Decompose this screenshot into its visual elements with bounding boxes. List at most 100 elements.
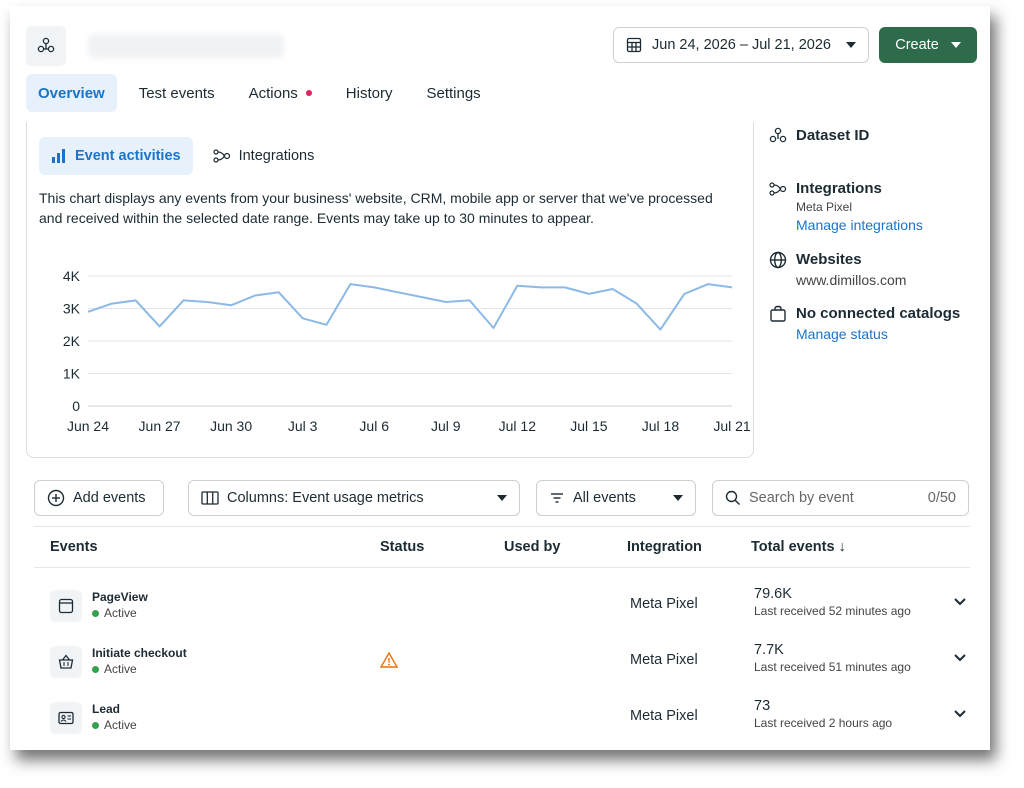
websites-section: Websites www.dimillos.com: [768, 250, 978, 290]
bar-chart-icon: [52, 149, 65, 163]
manage-integrations-link[interactable]: Manage integrations: [796, 215, 923, 235]
manage-status-link[interactable]: Manage status: [796, 324, 960, 344]
x-tick-label: Jul 9: [431, 418, 461, 434]
chart-description: This chart displays any events from your…: [39, 190, 713, 226]
event-last-received: Last received 2 hours ago: [754, 716, 893, 730]
tab-settings[interactable]: Settings: [414, 74, 492, 112]
create-button-label: Create: [895, 37, 939, 53]
x-tick-label: Jul 21: [713, 418, 751, 434]
website-url: www.dimillos.com: [796, 272, 907, 288]
event-total-value: 79.6K: [754, 586, 792, 602]
event-name: Lead: [92, 702, 121, 716]
columns-dropdown[interactable]: Columns: Event usage metrics: [188, 480, 520, 516]
event-status: Active: [92, 662, 137, 676]
dataset-logo[interactable]: [26, 26, 66, 66]
dataset-icon: [768, 126, 788, 146]
x-tick-label: Jun 24: [67, 418, 109, 434]
search-placeholder: Search by event: [749, 490, 854, 506]
caret-down-icon: [950, 42, 961, 48]
search-input[interactable]: Search by event 0/50: [712, 480, 969, 516]
dataset-id-title: Dataset ID: [796, 127, 870, 144]
main-tabs: Overview Test events Actions History Set…: [26, 74, 503, 112]
date-range-label: Jun 24, 2026 – Jul 21, 2026: [652, 37, 831, 53]
col-integration[interactable]: Integration: [627, 539, 702, 555]
chevron-down-icon[interactable]: [954, 598, 966, 606]
search-icon: [725, 490, 740, 505]
globe-icon: [768, 250, 788, 270]
event-name: Initiate checkout: [92, 646, 187, 660]
date-range-picker[interactable]: Jun 24, 2026 – Jul 21, 2026: [613, 27, 869, 63]
events-manager-window: Jun 24, 2026 – Jul 21, 2026 Create Overv…: [10, 6, 990, 750]
plus-circle-icon: [47, 489, 65, 507]
integrations-icon: [768, 179, 788, 199]
y-tick-label: 4K: [63, 268, 81, 284]
event-filter-label: All events: [573, 490, 636, 506]
event-filter-dropdown[interactable]: All events: [536, 480, 696, 516]
shopping-bag-icon: [768, 304, 788, 324]
y-tick-label: 3K: [63, 301, 81, 317]
event-activity-chart: 0 1K 2K 3K 4K Jun 24 Jun 27 Jun 30 Jul 3 Jul 6 Jul…: [63, 268, 751, 434]
table-row[interactable]: Lead Active Meta Pixel 73 Last received …: [34, 690, 970, 746]
tab-history[interactable]: History: [334, 74, 405, 112]
x-tick-label: Jul 15: [570, 418, 608, 434]
y-tick-label: 2K: [63, 333, 81, 349]
basket-icon: [50, 646, 82, 678]
integrations-subtitle: Meta Pixel: [796, 200, 853, 214]
status-dot: [92, 721, 99, 729]
tab-event-activities-label: Event activities: [75, 148, 181, 164]
event-status-label: Active: [104, 662, 137, 676]
x-tick-label: Jul 3: [288, 418, 318, 434]
events-table-header: Events Status Used by Integration Total …: [34, 526, 970, 568]
warning-icon[interactable]: [380, 652, 398, 668]
event-total-value: 7.7K: [754, 642, 784, 658]
col-used-by[interactable]: Used by: [504, 539, 560, 555]
table-row[interactable]: Initiate checkout Active Meta Pixel 7.7K…: [34, 634, 970, 690]
series-line: [87, 283, 733, 331]
event-total: 7.7K Last received 51 minutes ago: [754, 642, 911, 674]
chart-subtabs: Event activities Integrations: [39, 137, 326, 175]
event-status: Active: [92, 718, 137, 732]
add-events-label: Add events: [73, 490, 146, 506]
status-dot: [92, 665, 99, 673]
tab-actions-label: Actions: [248, 84, 298, 102]
col-events[interactable]: Events: [50, 539, 98, 555]
caret-down-icon: [673, 495, 683, 501]
col-total-events[interactable]: Total events ↓: [751, 539, 846, 555]
event-status-label: Active: [104, 606, 137, 620]
websites-title: Websites: [796, 251, 862, 268]
notification-dot: [305, 90, 312, 96]
create-button[interactable]: Create: [879, 27, 977, 63]
chevron-down-icon[interactable]: [954, 654, 966, 662]
catalogs-section: No connected catalogs Manage status: [768, 304, 978, 344]
tab-overview[interactable]: Overview: [26, 74, 117, 112]
event-status: Active: [92, 606, 137, 620]
chevron-down-icon[interactable]: [954, 710, 966, 718]
integrations-section: Integrations Meta Pixel Manage integrati…: [768, 179, 978, 235]
columns-icon: [201, 491, 219, 505]
event-integration: Meta Pixel: [630, 596, 698, 612]
dataset-id-section: Dataset ID: [768, 126, 978, 146]
dataset-name-redacted: [88, 34, 284, 58]
x-tick-label: Jun 30: [210, 418, 252, 434]
event-name: PageView: [92, 590, 148, 604]
catalogs-title: No connected catalogs: [796, 305, 961, 322]
integrations-icon: [212, 149, 230, 163]
tab-integrations[interactable]: Integrations: [201, 137, 327, 175]
columns-label: Columns: Event usage metrics: [227, 490, 424, 506]
event-total-value: 73: [754, 698, 771, 714]
tab-test-events[interactable]: Test events: [127, 74, 227, 112]
tab-event-activities[interactable]: Event activities: [39, 137, 193, 175]
caret-down-icon: [497, 495, 507, 501]
tab-actions[interactable]: Actions: [237, 74, 324, 112]
integrations-title: Integrations: [796, 180, 882, 197]
calendar-icon: [626, 37, 642, 53]
x-tick-label: Jul 18: [642, 418, 680, 434]
col-status[interactable]: Status: [380, 539, 424, 555]
event-status-label: Active: [104, 718, 137, 732]
event-last-received: Last received 51 minutes ago: [754, 660, 911, 674]
x-tick-label: Jun 27: [139, 418, 181, 434]
table-row[interactable]: PageView Active Meta Pixel 79.6K Last re…: [34, 578, 970, 634]
dataset-icon: [37, 37, 55, 53]
add-events-button[interactable]: Add events: [34, 480, 164, 516]
page-icon: [50, 590, 82, 622]
